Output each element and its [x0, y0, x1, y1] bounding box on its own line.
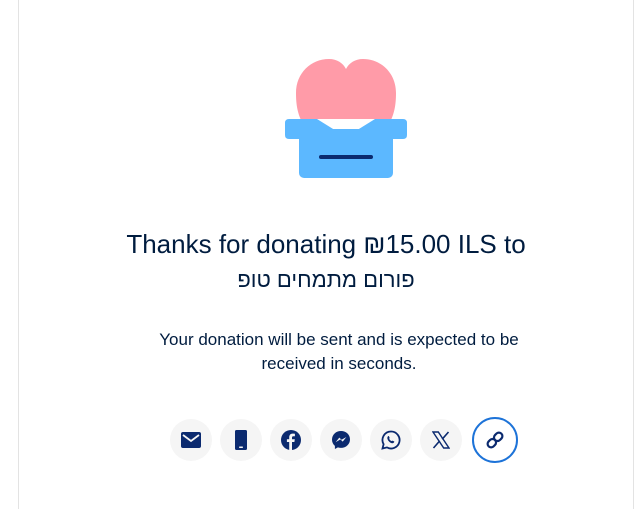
share-email-button[interactable] [170, 419, 212, 461]
x-icon [432, 431, 450, 449]
messenger-icon [332, 431, 350, 449]
share-x-button[interactable] [420, 419, 462, 461]
donation-title: Thanks for donating ₪15.00 ILS to [126, 229, 526, 259]
phone-icon [235, 430, 247, 450]
share-buttons [170, 417, 518, 463]
share-whatsapp-button[interactable] [370, 419, 412, 461]
heart-donation-box-illustration [285, 59, 407, 178]
share-messenger-button[interactable] [320, 419, 362, 461]
share-facebook-button[interactable] [270, 419, 312, 461]
whatsapp-icon [381, 430, 401, 450]
link-icon [486, 431, 504, 449]
share-sms-button[interactable] [220, 419, 262, 461]
copy-link-button[interactable] [472, 417, 518, 463]
recipient-name: פורום מתמחים טופ [237, 267, 415, 292]
facebook-icon [281, 430, 301, 450]
donation-status-message: Your donation will be sent and is expect… [159, 330, 519, 373]
donation-confirmation-card: Thanks for donating ₪15.00 ILS to פורום … [18, 0, 634, 509]
mail-icon [181, 432, 201, 448]
